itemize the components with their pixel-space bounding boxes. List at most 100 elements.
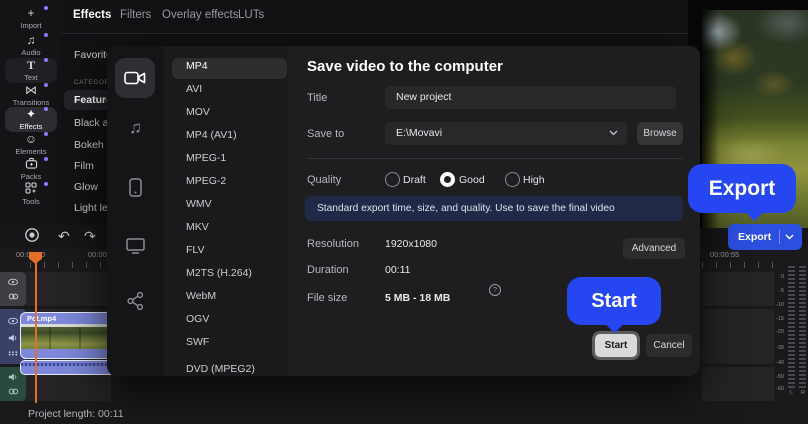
format-item-mkv[interactable]: MKV — [172, 219, 287, 240]
effects-icon: ✦ — [5, 107, 57, 121]
format-item-ogv[interactable]: OGV — [172, 311, 287, 332]
format-item-swf[interactable]: SWF — [172, 334, 287, 355]
speaker-icon[interactable] — [8, 334, 18, 342]
smiley-icon: ☺ — [5, 132, 57, 146]
tab-luts[interactable]: LUTs — [238, 9, 264, 21]
format-item-mpeg2[interactable]: MPEG-2 — [172, 173, 287, 194]
sidebar-item-audio[interactable]: ♫ Audio — [5, 33, 57, 58]
sidebar-item-tools[interactable]: Tools — [5, 182, 57, 207]
ruler-ticks[interactable] — [30, 262, 110, 268]
format-item-mp4-av1[interactable]: MP4 (AV1) — [172, 127, 287, 148]
audio-clip[interactable] — [20, 360, 111, 375]
format-item-clipped[interactable]: DVD (MPEG2) — [172, 361, 287, 376]
tv-format-icon[interactable] — [107, 238, 164, 259]
meter-scale-label: -60 — [776, 386, 784, 392]
format-item-mov[interactable]: MOV — [172, 104, 287, 125]
format-item-mpeg1[interactable]: MPEG-1 — [172, 150, 287, 171]
text-icon: T — [5, 58, 57, 72]
sidebar-item-effects[interactable]: ✦ Effects — [5, 107, 57, 132]
browse-button[interactable]: Browse — [637, 122, 683, 145]
notification-dot — [44, 107, 48, 111]
notification-dot — [44, 182, 48, 186]
format-item-avi[interactable]: AVI — [172, 81, 287, 102]
file-size-label: File size — [307, 292, 348, 304]
meter-column-right — [799, 266, 806, 388]
save-to-select[interactable]: E:\Movavi — [385, 122, 627, 145]
notification-dot — [44, 33, 48, 37]
meter-channel-left: L — [790, 390, 794, 396]
format-item-wmv[interactable]: WMV — [172, 196, 287, 217]
export-dialog-content: Save video to the computer Title New pro… — [289, 46, 700, 376]
plus-icon: + — [5, 6, 57, 20]
sidebar-item-transitions[interactable]: ⋈ Transitions — [5, 83, 57, 108]
duration-label: Duration — [307, 264, 349, 276]
notification-dot — [44, 132, 48, 136]
main-sidebar: + Import ♫ Audio T Text ⋈ Transitions ✦ … — [0, 0, 62, 225]
sidebar-item-import[interactable]: + Import — [5, 6, 57, 31]
meter-scale-label: 0 — [780, 274, 784, 280]
sidebar-item-text[interactable]: T Text — [5, 58, 57, 83]
export-button[interactable]: Export — [728, 224, 802, 250]
meter-scale-label: -15 — [776, 316, 784, 322]
undo-icon[interactable]: ↶ — [58, 228, 70, 244]
format-item-webm[interactable]: WebM — [172, 288, 287, 309]
radio-draft-label[interactable]: Draft — [403, 174, 426, 186]
category-bokeh[interactable]: Bokeh — [74, 139, 104, 151]
file-size-value: 5 MB - 18 MB — [385, 292, 451, 304]
music-note-icon: ♫ — [5, 33, 57, 47]
title-label: Title — [307, 92, 328, 104]
sidebar-item-packs[interactable]: Packs — [5, 157, 57, 182]
cancel-button[interactable]: Cancel — [646, 334, 692, 357]
tools-icon — [5, 182, 57, 196]
track-lane[interactable] — [702, 309, 774, 364]
category-glow[interactable]: Glow — [74, 181, 98, 193]
button-divider — [779, 230, 781, 244]
meter-channel-right: R — [801, 390, 805, 396]
meter-scale-label: -50 — [776, 374, 784, 380]
format-item-mp4[interactable]: MP4 — [172, 58, 287, 79]
dots-icon[interactable] — [8, 350, 18, 356]
tab-filters[interactable]: Filters — [120, 9, 151, 21]
ruler-ticks[interactable] — [702, 262, 776, 268]
title-input[interactable]: New project — [385, 86, 676, 109]
app-window: ↶ ↷ 00:00:00 00:00:05 00:00:55 — [0, 0, 808, 424]
track-lane[interactable] — [26, 272, 111, 306]
category-film[interactable]: Film — [74, 160, 94, 172]
chevron-down-icon[interactable] — [785, 234, 794, 240]
radio-good-label[interactable]: Good — [459, 174, 485, 186]
track-header-overlay[interactable] — [0, 272, 26, 306]
radio-high[interactable] — [505, 172, 520, 187]
playhead-line[interactable] — [35, 253, 37, 403]
video-clip[interactable]: Pct.mp4 — [20, 312, 111, 359]
record-icon[interactable] — [24, 227, 40, 246]
notification-dot — [44, 157, 48, 161]
device-format-icon[interactable] — [107, 178, 164, 202]
radio-draft[interactable] — [385, 172, 400, 187]
eye-icon[interactable] — [8, 278, 18, 286]
link-icon[interactable] — [8, 388, 19, 395]
sidebar-item-elements[interactable]: ☺ Elements — [5, 132, 57, 157]
eye-icon[interactable] — [8, 317, 18, 325]
packs-icon — [5, 157, 57, 171]
start-button[interactable]: Start — [595, 334, 637, 357]
help-icon[interactable]: ? — [489, 284, 501, 296]
tab-overlay-effects[interactable]: Overlay effects — [162, 9, 239, 21]
link-icon[interactable] — [8, 293, 19, 300]
radio-high-label[interactable]: High — [523, 174, 545, 186]
radio-good[interactable] — [440, 172, 455, 187]
audio-format-icon[interactable]: ♫ — [107, 118, 164, 138]
format-item-m2ts[interactable]: M2TS (H.264) — [172, 265, 287, 286]
speaker-icon[interactable] — [8, 373, 18, 381]
meter-scale-label: -10 — [776, 302, 784, 308]
share-icon[interactable] — [107, 291, 164, 315]
track-lane[interactable] — [702, 272, 774, 306]
tab-effects[interactable]: Effects — [73, 9, 111, 21]
format-item-flv[interactable]: FLV — [172, 242, 287, 263]
redo-icon[interactable]: ↷ — [84, 228, 96, 244]
computer-format-icon[interactable] — [115, 58, 155, 98]
chevron-down-icon — [609, 130, 618, 136]
advanced-button[interactable]: Advanced — [623, 238, 685, 259]
project-length-label: Project length: 00:11 — [28, 408, 124, 420]
resolution-label: Resolution — [307, 238, 359, 250]
track-lane[interactable] — [702, 367, 774, 401]
